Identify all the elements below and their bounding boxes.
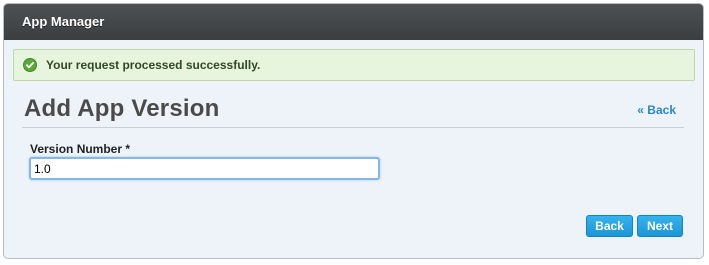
version-number-label: Version Number * bbox=[30, 142, 131, 156]
version-number-field[interactable] bbox=[29, 157, 380, 180]
success-message: Your request processed successfully. bbox=[46, 58, 261, 72]
success-alert: Your request processed successfully. bbox=[13, 49, 695, 81]
divider bbox=[22, 127, 684, 128]
check-circle-icon bbox=[23, 58, 37, 72]
back-button[interactable]: Back bbox=[586, 215, 633, 237]
app-manager-window: App Manager Your request processed succe… bbox=[3, 3, 704, 259]
next-button[interactable]: Next bbox=[637, 215, 683, 237]
window-title: App Manager bbox=[4, 4, 703, 40]
page-title: Add App Version bbox=[24, 95, 220, 122]
back-link[interactable]: « Back bbox=[637, 103, 676, 117]
